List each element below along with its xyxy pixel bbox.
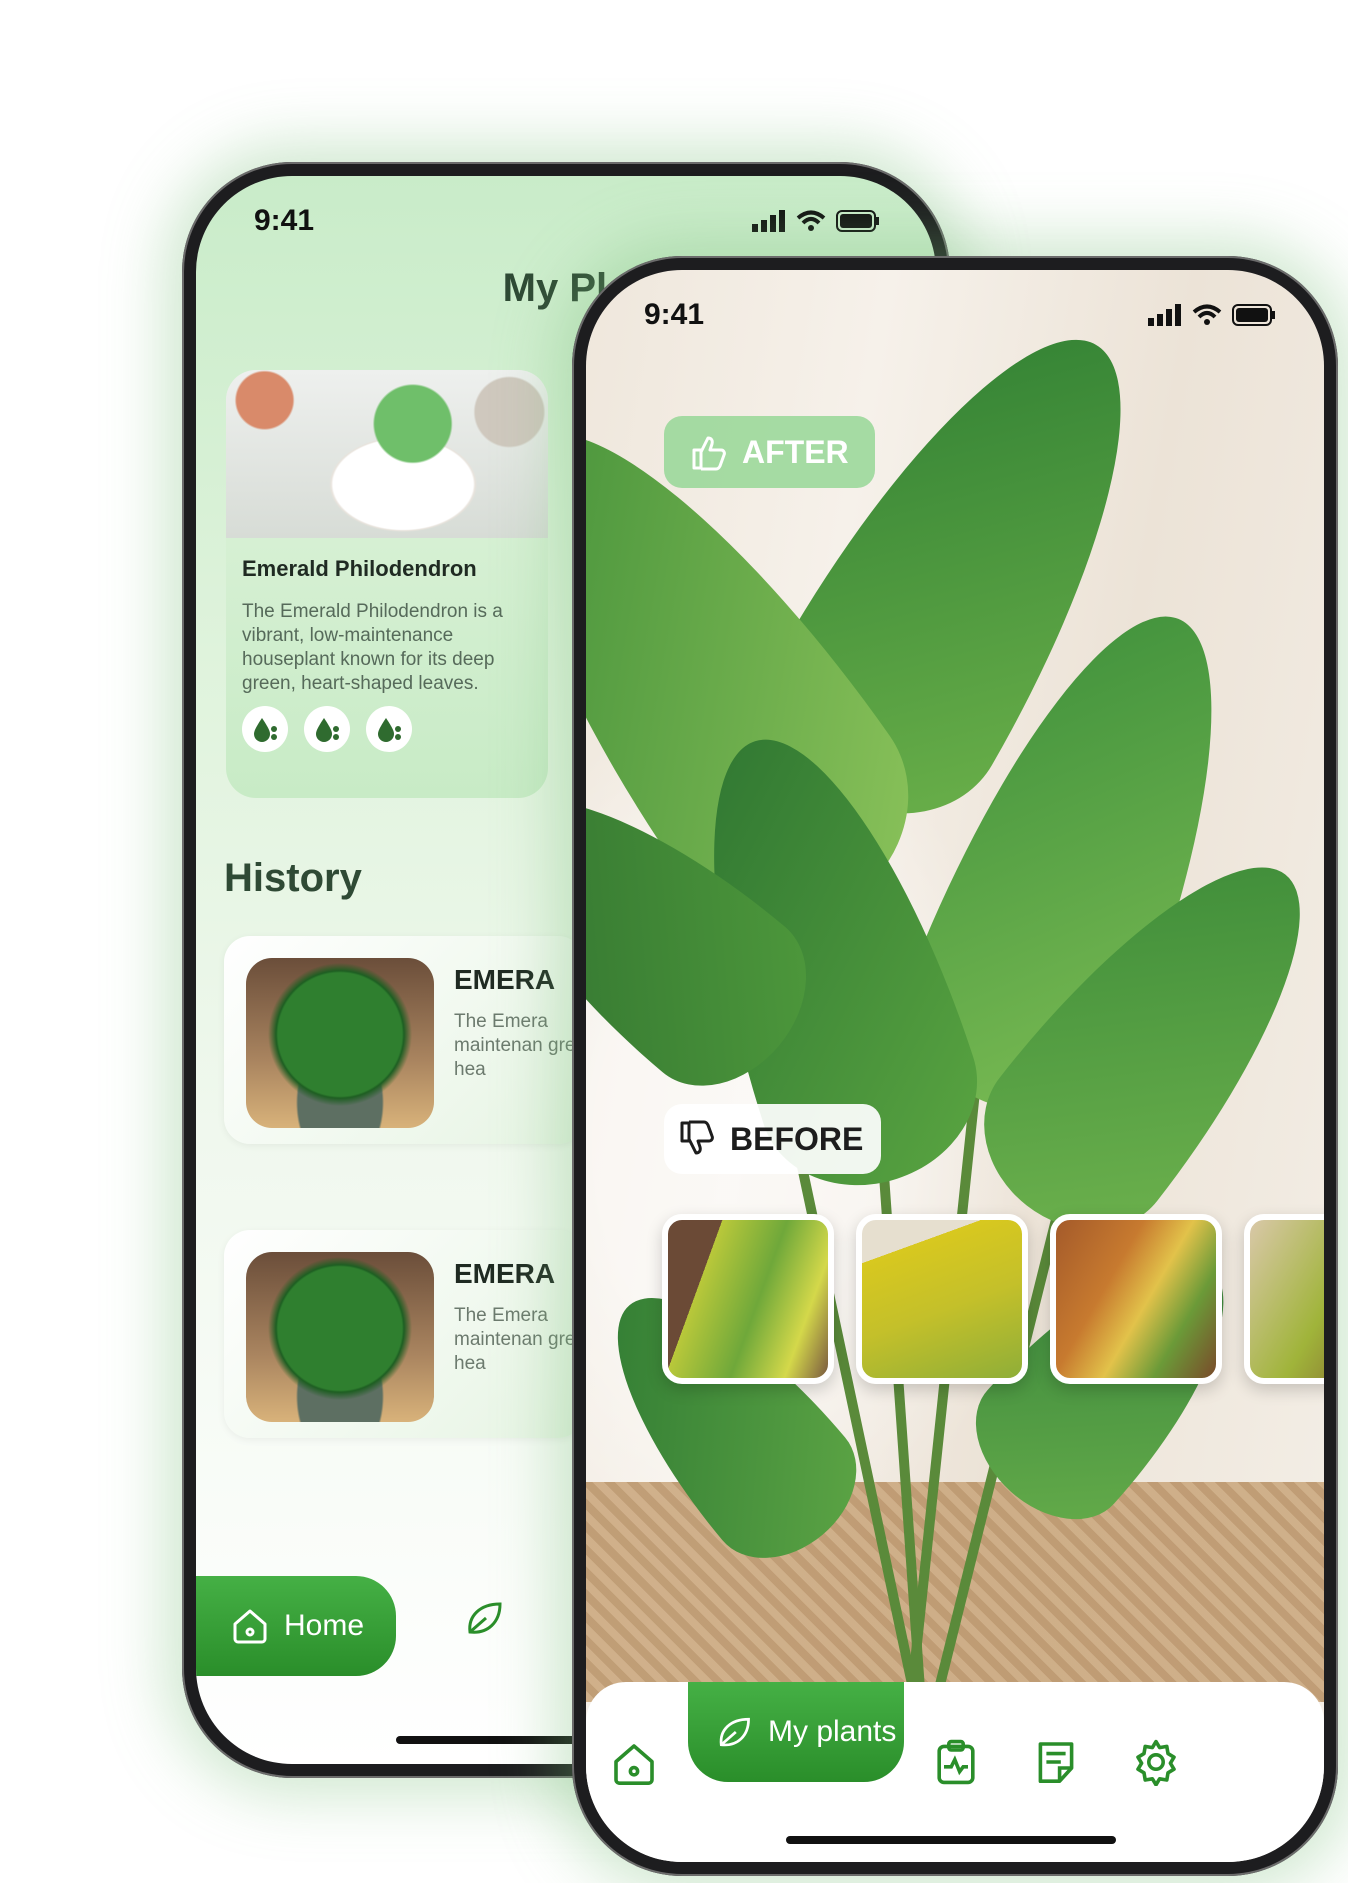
clipboard-pulse-icon[interactable]	[932, 1738, 980, 1786]
status-icons	[752, 210, 880, 232]
plant-photo	[246, 958, 434, 1128]
before-tag: BEFORE	[664, 1104, 882, 1174]
thumbs-up-icon	[692, 436, 726, 471]
before-thumbnail[interactable]	[1244, 1214, 1324, 1384]
front-phone-screen: 9:41 AFTER BEFORE My plants	[586, 270, 1324, 1862]
after-tag: AFTER	[664, 416, 875, 488]
plant-description: The Emerald Philodendron is a vibrant, l…	[242, 601, 503, 694]
signal-icon	[1148, 304, 1181, 326]
home-indicator	[786, 1836, 1116, 1844]
gear-icon[interactable]	[1132, 1738, 1180, 1786]
plant-name: Emerald Philodendron	[242, 556, 477, 581]
tab-my-plants-label: My plants	[768, 1715, 897, 1748]
battery-icon	[1232, 304, 1275, 326]
history-item[interactable]: EMERA The Emera maintenan green, hea	[224, 1230, 602, 1438]
front-phone-frame: 9:41 AFTER BEFORE My plants	[572, 256, 1338, 1876]
wifi-icon	[1192, 304, 1222, 325]
water-drop-icon	[304, 706, 350, 752]
before-thumbnail[interactable]	[1050, 1214, 1222, 1384]
featured-plant-card[interactable]: Emerald Philodendron The Emerald Philode…	[226, 370, 548, 798]
status-time: 9:41	[254, 204, 315, 237]
plant-photo	[246, 1252, 434, 1422]
leaf-icon	[719, 1717, 750, 1747]
history-title: History	[224, 856, 362, 900]
home-icon	[233, 1609, 267, 1644]
status-icons	[1148, 304, 1276, 326]
tab-home[interactable]: Home	[196, 1576, 396, 1676]
woven-basket	[586, 1482, 1324, 1702]
tab-my-plants[interactable]: My plants	[688, 1682, 904, 1782]
before-thumbnail[interactable]	[662, 1214, 834, 1384]
signal-icon	[752, 210, 785, 232]
battery-icon	[836, 210, 879, 232]
note-icon[interactable]	[1032, 1738, 1080, 1786]
home-icon[interactable]	[610, 1740, 658, 1788]
status-time: 9:41	[644, 298, 705, 331]
bird-of-paradise-photo	[586, 270, 1324, 1862]
water-drop-icon	[242, 706, 288, 752]
cactus-photo	[226, 370, 548, 538]
care-icons	[242, 706, 412, 752]
thumbs-down-icon	[680, 1120, 714, 1155]
history-item-title: EMERA	[454, 1258, 556, 1289]
before-thumbnails	[662, 1214, 1324, 1384]
wifi-icon	[796, 210, 826, 231]
after-label: AFTER	[742, 433, 849, 470]
bottom-tab-bar: My plants	[586, 1682, 1324, 1862]
before-label: BEFORE	[730, 1120, 864, 1157]
history-item[interactable]: EMERA The Emera maintenan green, hea	[224, 936, 602, 1144]
history-item-title: EMERA	[454, 964, 556, 995]
water-drop-icon	[366, 706, 412, 752]
tab-home-label: Home	[284, 1609, 365, 1642]
leaf-icon[interactable]	[462, 1596, 506, 1640]
before-thumbnail[interactable]	[856, 1214, 1028, 1384]
